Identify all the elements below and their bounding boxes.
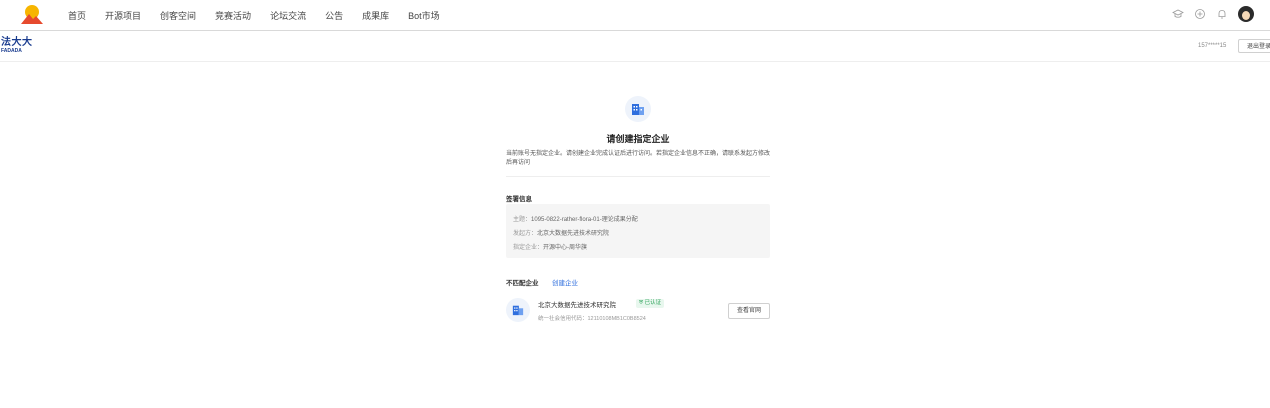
- page-title: 请创建指定企业: [606, 134, 670, 144]
- description-text: 当前账号无指定企业。请创建企业完成认证后进行访问。若指定企业信息不正确，请联系发…: [506, 151, 771, 166]
- info-enterprise-key: 指定企业：: [513, 245, 544, 251]
- info-initiator-key: 发起方：: [513, 231, 538, 237]
- top-right-actions: [1162, 6, 1254, 22]
- nav-item-achievements[interactable]: 成果库: [362, 9, 389, 22]
- info-subject-value: 1095-0822-rather-flora-01-理论成果分配: [531, 217, 638, 223]
- avatar-face: [1242, 11, 1250, 20]
- nav-item-forum[interactable]: 论坛交流: [270, 9, 306, 22]
- esign-header: 法大大 FADADA 157*****15 退出登录: [0, 31, 1270, 62]
- plus-circle-icon[interactable]: [1194, 8, 1206, 20]
- enterprise-building-icon: [506, 298, 530, 322]
- info-initiator-value: 北京大数据先进技术研究院: [537, 231, 610, 237]
- nav-item-open-source[interactable]: 开源项目: [105, 9, 141, 22]
- verified-badge: ⛨ 已认证: [636, 299, 665, 308]
- create-enterprise-link[interactable]: 创建企业: [552, 277, 578, 287]
- mismatch-label: 不匹配企业: [506, 280, 539, 287]
- nav-item-maker-space[interactable]: 创客空间: [160, 9, 196, 22]
- nav-item-bot-market[interactable]: Bot市场: [408, 9, 440, 22]
- brand-en: FADADA: [1, 48, 22, 54]
- bell-icon[interactable]: [1216, 8, 1228, 20]
- info-subject: 主题：1095-0822-rather-flora-01-理论成果分配: [513, 214, 638, 223]
- verified-label: 已认证: [644, 300, 662, 306]
- site-logo[interactable]: [20, 3, 44, 25]
- signing-info-box: 主题：1095-0822-rather-flora-01-理论成果分配 发起方：…: [506, 204, 770, 258]
- graduation-cap-icon[interactable]: [1172, 8, 1184, 20]
- info-initiator: 发起方：北京大数据先进技术研究院: [513, 228, 609, 237]
- view-website-button[interactable]: 查看官网: [728, 303, 770, 319]
- nav-item-home[interactable]: 首页: [68, 9, 86, 22]
- building-icon: [625, 96, 651, 122]
- info-enterprise: 指定企业：开源中心-周华旗: [513, 242, 587, 251]
- top-nav: 首页 开源项目 创客空间 竞赛活动 论坛交流 公告 成果库 Bot市场: [0, 0, 1270, 31]
- main-nav: 首页 开源项目 创客空间 竞赛活动 论坛交流 公告 成果库 Bot市场: [68, 0, 459, 30]
- nav-item-competitions[interactable]: 竞赛活动: [215, 9, 251, 22]
- signing-info-label: 签署信息: [506, 196, 532, 203]
- fadada-logo: 法大大 FADADA: [1, 38, 33, 54]
- info-subject-key: 主题：: [513, 217, 532, 223]
- shield-check-icon: ⛨: [639, 300, 644, 306]
- account-phone: 157*****15: [1198, 43, 1227, 49]
- logout-button[interactable]: 退出登录: [1238, 39, 1270, 53]
- enterprise-row: 北京大数据先进技术研究院 ⛨ 已认证 统一社会信用代码：12110108MB1C…: [506, 298, 770, 324]
- avatar[interactable]: [1238, 6, 1254, 22]
- brand-cn: 法大大: [1, 37, 33, 48]
- nav-item-announcements[interactable]: 公告: [325, 9, 343, 22]
- divider: [506, 176, 770, 177]
- enterprise-name: 北京大数据先进技术研究院: [538, 302, 616, 309]
- credit-code: 统一社会信用代码：12110108MB1C0B8524: [538, 316, 646, 322]
- info-enterprise-value: 开源中心-周华旗: [543, 245, 588, 251]
